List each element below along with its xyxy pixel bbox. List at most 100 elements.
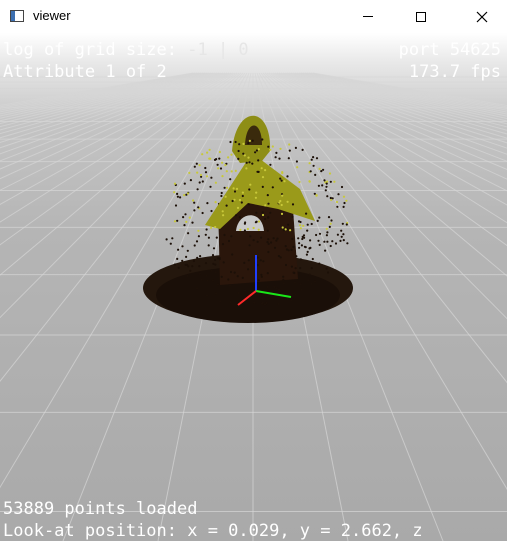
cloud-point: [246, 227, 249, 231]
cloud-point: [256, 170, 259, 173]
minimize-icon: [363, 16, 373, 17]
cloud-point: [287, 157, 290, 160]
cloud-point: [206, 279, 209, 282]
cloud-point: [261, 185, 264, 188]
minimize-button[interactable]: [345, 0, 391, 33]
cloud-point: [326, 195, 329, 198]
cloud-point: [333, 180, 336, 183]
3d-viewport[interactable]: log of grid size: -1 | 0 port 54625 Attr…: [0, 33, 507, 541]
cloud-point: [280, 203, 283, 207]
cloud-point: [238, 216, 241, 219]
title-bar: viewer: [0, 0, 507, 33]
close-button[interactable]: [459, 0, 505, 33]
cloud-point: [298, 242, 301, 245]
cloud-point: [255, 149, 258, 152]
cloud-point: [329, 244, 332, 248]
point-cloud-house: [143, 115, 353, 323]
cloud-point: [291, 203, 295, 206]
cloud-point: [217, 167, 220, 170]
cloud-point: [176, 219, 179, 222]
cloud-point: [197, 235, 200, 238]
cloud-point: [269, 211, 272, 214]
cloud-point: [267, 238, 270, 241]
cloud-point: [265, 301, 268, 305]
cloud-point: [193, 244, 196, 247]
cloud-point: [231, 253, 234, 256]
cloud-point: [195, 240, 199, 243]
cloud-point: [325, 234, 328, 237]
cloud-point: [298, 180, 301, 184]
cloud-point: [325, 185, 328, 188]
cloud-point: [192, 259, 195, 263]
cloud-point: [212, 247, 216, 250]
cloud-point: [173, 191, 176, 194]
cloud-point: [290, 265, 293, 268]
cloud-point: [237, 157, 240, 160]
cloud-point: [196, 256, 199, 259]
cloud-point: [209, 185, 212, 188]
window-title: viewer: [33, 8, 71, 23]
cloud-point: [309, 246, 312, 249]
cloud-point: [301, 237, 304, 241]
cloud-point: [324, 249, 327, 252]
cloud-point: [206, 202, 209, 205]
cloud-point: [284, 245, 287, 248]
cloud-point: [342, 233, 345, 236]
cloud-point: [220, 191, 223, 195]
cloud-point: [191, 265, 194, 268]
cloud-point: [214, 181, 217, 184]
cloud-point: [255, 211, 258, 214]
cloud-point: [211, 254, 215, 257]
cloud-point: [205, 274, 208, 277]
cloud-point: [207, 236, 210, 239]
cloud-point: [264, 204, 267, 207]
cloud-point: [229, 140, 232, 144]
cloud-point: [342, 205, 345, 208]
cloud-point: [317, 239, 320, 242]
cloud-point: [329, 222, 332, 225]
cloud-point: [266, 194, 269, 197]
cloud-point: [233, 190, 237, 193]
cloud-point: [197, 229, 200, 232]
cloud-point: [295, 160, 298, 163]
cloud-point: [204, 262, 208, 265]
cloud-point: [189, 269, 192, 272]
cloud-point: [186, 249, 189, 252]
cloud-point: [221, 243, 225, 246]
cloud-point: [299, 224, 302, 227]
cloud-point: [301, 148, 304, 151]
cloud-point: [330, 198, 333, 201]
cloud-point: [251, 162, 254, 165]
grid-size-value: -1 | 0: [187, 40, 249, 60]
cloud-point: [184, 213, 187, 216]
cloud-point: [219, 300, 222, 303]
cloud-point: [248, 139, 251, 142]
cloud-point: [228, 284, 231, 287]
cloud-point: [281, 172, 284, 175]
cloud-point: [307, 279, 310, 282]
maximize-button[interactable]: [398, 0, 444, 33]
cloud-point: [173, 182, 177, 185]
cloud-point: [274, 156, 277, 159]
cloud-point: [294, 293, 297, 296]
cloud-point: [238, 198, 241, 202]
cloud-point: [237, 291, 240, 295]
cloud-point: [261, 138, 264, 141]
cloud-point: [221, 161, 224, 164]
cloud-point: [223, 233, 226, 237]
cloud-point: [241, 276, 244, 279]
cloud-point: [216, 283, 220, 286]
cloud-point: [308, 180, 311, 183]
cloud-point: [226, 186, 229, 189]
cloud-point: [280, 212, 284, 215]
cloud-point: [284, 263, 288, 267]
cloud-point: [225, 170, 228, 173]
cloud-point: [195, 162, 198, 165]
cloud-point: [177, 266, 180, 269]
cloud-point: [336, 233, 339, 236]
cloud-point: [206, 151, 209, 154]
cloud-point: [269, 148, 272, 151]
cloud-point: [181, 259, 184, 262]
cloud-point: [182, 216, 185, 219]
cloud-point: [229, 300, 232, 304]
